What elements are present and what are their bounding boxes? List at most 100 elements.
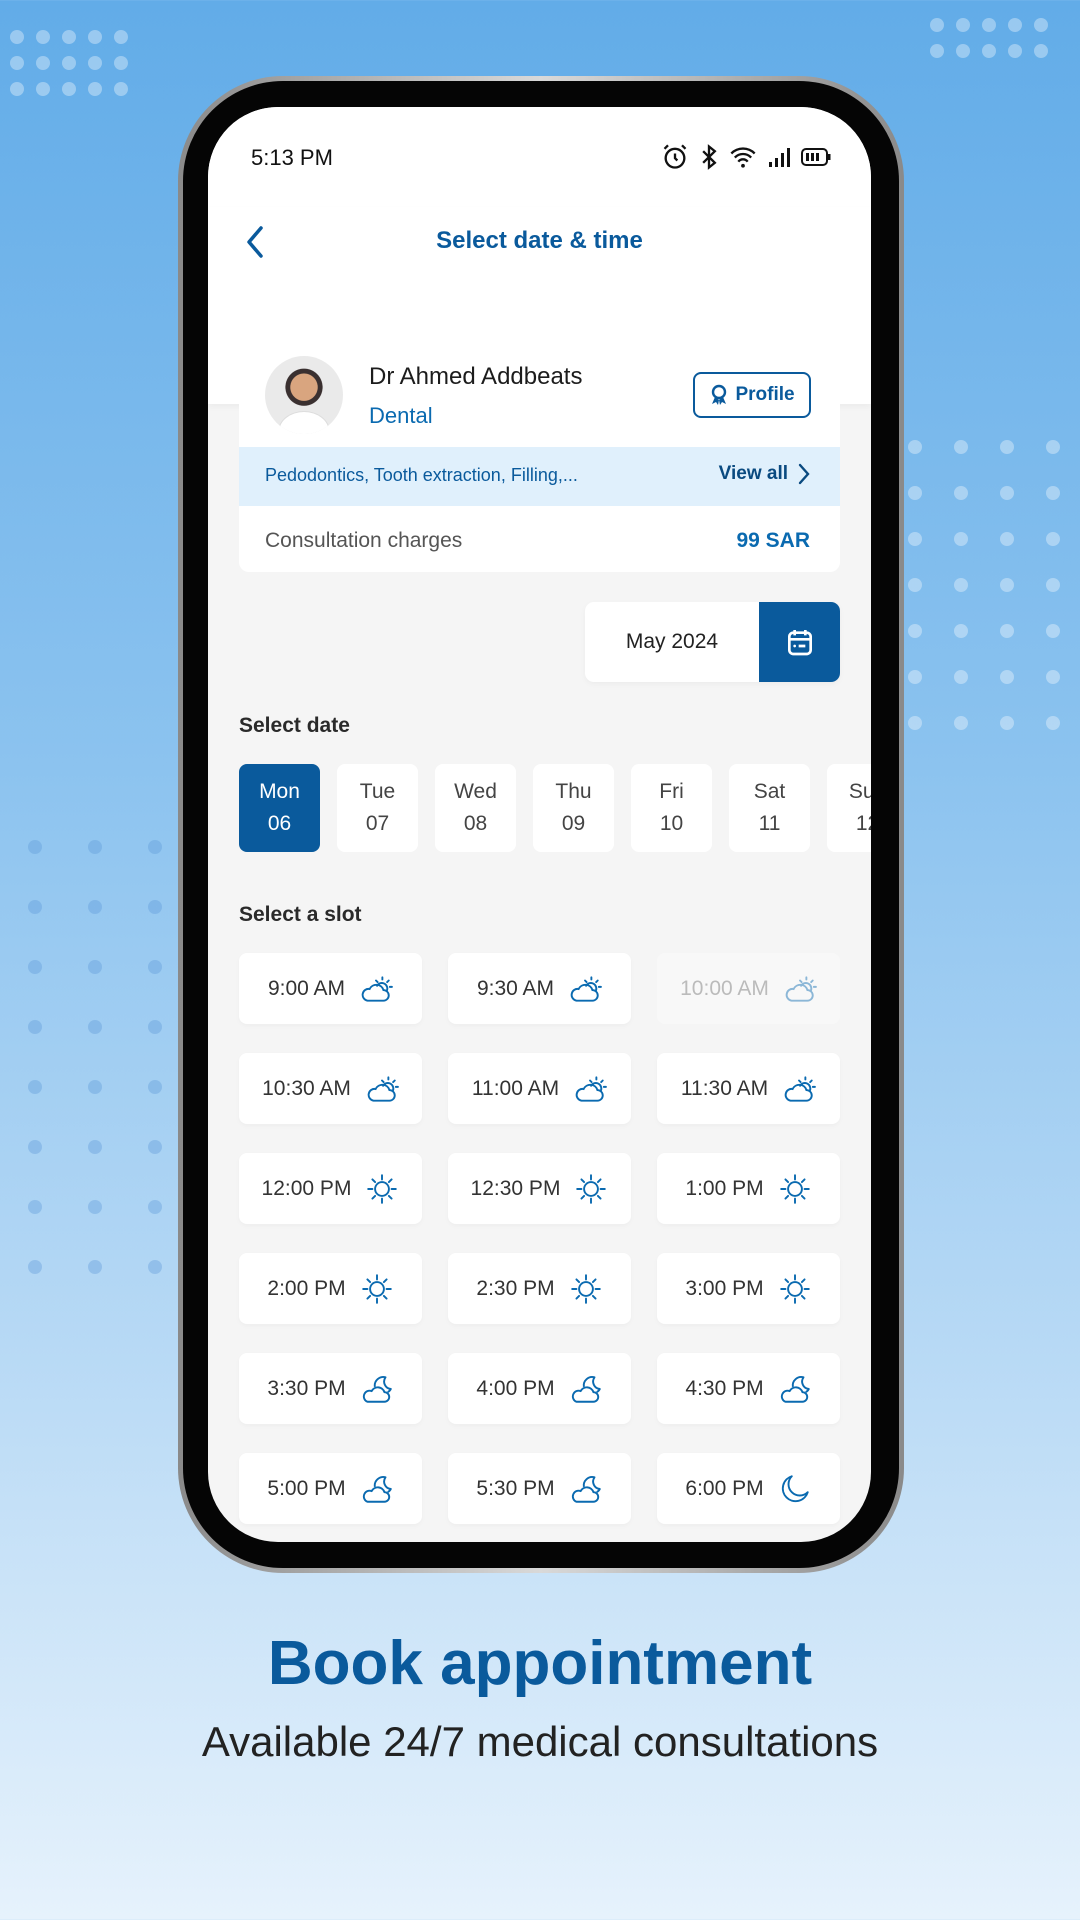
decorative-dot [62, 56, 76, 70]
sun-icon [360, 1272, 394, 1306]
view-all-link[interactable]: View all [719, 463, 810, 485]
decorative-dot [28, 960, 42, 974]
decorative-dot [88, 56, 102, 70]
date-strip: Mon 06 Tue 07 Wed 08 Thu 09 Fri 10 Sat 11 Sun 12 [239, 764, 871, 852]
date-day: Sat [753, 780, 786, 803]
time-slot[interactable]: 10:30 AM [239, 1053, 422, 1124]
decorative-dot [114, 82, 128, 96]
date-number: 07 [365, 812, 390, 835]
month-picker[interactable]: May 2024 [585, 602, 840, 682]
decorative-dot [114, 30, 128, 44]
decorative-dot [114, 56, 128, 70]
decorative-dot [10, 82, 24, 96]
time-slot[interactable]: 2:00 PM [239, 1253, 422, 1324]
decorative-dot [1000, 670, 1014, 684]
charges-value: 99 SAR [736, 529, 810, 552]
decorative-dot [1008, 44, 1022, 58]
time-slot[interactable]: 6:00 PM [657, 1453, 840, 1524]
decorative-dot [28, 900, 42, 914]
decorative-dot [88, 840, 102, 854]
decorative-dot [28, 1200, 42, 1214]
date-number: 12 [855, 812, 871, 835]
slot-time: 12:00 PM [261, 1176, 352, 1200]
moon-cloud-icon [778, 1372, 812, 1406]
decorative-dot [1034, 44, 1048, 58]
decorative-dot [1046, 440, 1060, 454]
time-slot[interactable]: 3:00 PM [657, 1253, 840, 1324]
battery-icon [801, 148, 831, 166]
time-slot[interactable]: 9:00 AM [239, 953, 422, 1024]
slot-time: 2:00 PM [267, 1276, 346, 1300]
profile-button-label: Profile [735, 384, 795, 405]
slot-time: 11:00 AM [471, 1076, 560, 1100]
decorative-dot [36, 56, 50, 70]
chevron-right-icon [798, 463, 810, 485]
time-slot[interactable]: 11:00 AM [448, 1053, 631, 1124]
decorative-dot [1000, 716, 1014, 730]
date-chip-thu[interactable]: Thu 09 [533, 764, 614, 852]
time-slot[interactable]: 12:00 PM [239, 1153, 422, 1224]
decorative-dot [954, 578, 968, 592]
bluetooth-icon [702, 144, 717, 170]
date-chip-sat[interactable]: Sat 11 [729, 764, 810, 852]
time-slot[interactable]: 5:30 PM [448, 1453, 631, 1524]
date-number: 06 [267, 812, 292, 835]
date-chip-wed[interactable]: Wed 08 [435, 764, 516, 852]
time-slot[interactable]: 9:30 AM [448, 953, 631, 1024]
decorative-dot [982, 18, 996, 32]
decorative-dot [148, 1200, 162, 1214]
select-slot-label: Select a slot [239, 903, 362, 926]
slot-time: 9:30 AM [476, 976, 555, 1000]
decorative-dot [908, 486, 922, 500]
decorative-dot [1000, 440, 1014, 454]
decorative-dot [88, 900, 102, 914]
slot-time: 3:00 PM [685, 1276, 764, 1300]
slot-time: 12:30 PM [470, 1176, 561, 1200]
partly-cloudy-icon [365, 1072, 399, 1106]
decorative-dot [62, 82, 76, 96]
sun-icon [365, 1172, 399, 1206]
partly-cloudy-icon [573, 1072, 607, 1106]
partly-cloudy-icon [783, 972, 817, 1006]
slot-time: 4:30 PM [685, 1376, 764, 1400]
date-day: Tue [359, 780, 396, 803]
date-chip-mon[interactable]: Mon 06 [239, 764, 320, 852]
slot-time: 1:00 PM [685, 1176, 764, 1200]
decorative-dot [930, 18, 944, 32]
decorative-dot [148, 840, 162, 854]
time-slot[interactable]: 4:00 PM [448, 1353, 631, 1424]
date-chip-sun[interactable]: Sun 12 [827, 764, 871, 852]
view-all-label: View all [718, 463, 788, 484]
slot-time: 6:00 PM [685, 1476, 764, 1500]
calendar-button[interactable] [759, 602, 840, 682]
time-slot[interactable]: 3:30 PM [239, 1353, 422, 1424]
slot-time: 10:00 AM [680, 976, 769, 1000]
date-chip-tue[interactable]: Tue 07 [337, 764, 418, 852]
time-slot[interactable]: 1:00 PM [657, 1153, 840, 1224]
time-slot[interactable]: 11:30 AM [657, 1053, 840, 1124]
wifi-icon [730, 147, 756, 168]
time-slot[interactable]: 4:30 PM [657, 1353, 840, 1424]
time-slot[interactable]: 12:30 PM [448, 1153, 631, 1224]
decorative-dot [88, 960, 102, 974]
date-day: Thu [555, 780, 592, 803]
decorative-dot [148, 1080, 162, 1094]
time-slot: 10:00 AM [657, 953, 840, 1024]
decorative-dot [1000, 486, 1014, 500]
calendar-icon [787, 630, 812, 656]
date-chip-fri[interactable]: Fri 10 [631, 764, 712, 852]
time-slot[interactable]: 2:30 PM [448, 1253, 631, 1324]
decorative-dot [954, 532, 968, 546]
services-list: Pedodontics, Tooth extraction, Filling,.… [265, 465, 578, 485]
services-strip: Pedodontics, Tooth extraction, Filling,.… [239, 447, 840, 506]
decorative-dot [1000, 624, 1014, 638]
time-slot[interactable]: 5:00 PM [239, 1453, 422, 1524]
decorative-dot [36, 30, 50, 44]
date-number: 08 [463, 812, 488, 835]
doctor-specialty: Dental [369, 403, 433, 428]
decorative-dot [28, 1140, 42, 1154]
decorative-dot [62, 30, 76, 44]
profile-button[interactable]: Profile [693, 372, 811, 418]
decorative-dot [28, 1080, 42, 1094]
decorative-dot [1034, 18, 1048, 32]
